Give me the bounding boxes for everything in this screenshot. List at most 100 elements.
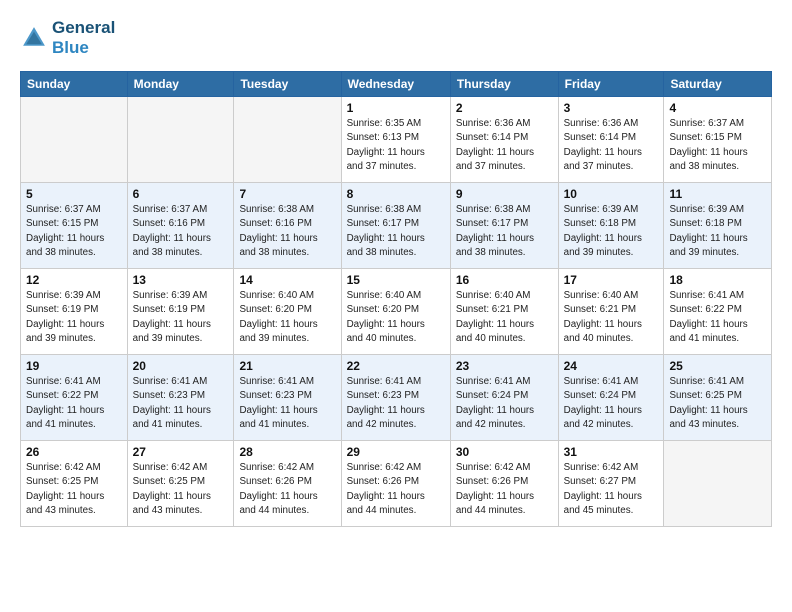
day-info: Sunrise: 6:42 AM Sunset: 6:25 PM Dayligh…	[133, 461, 229, 518]
calendar-cell: 23 Sunrise: 6:41 AM Sunset: 6:24 PM Dayli…	[450, 355, 558, 441]
calendar-cell: 12 Sunrise: 6:39 AM Sunset: 6:19 PM Dayli…	[21, 269, 128, 355]
day-number: 19	[26, 359, 122, 373]
day-number: 4	[669, 101, 766, 115]
day-number: 13	[133, 273, 229, 287]
weekday-header: Saturday	[664, 72, 772, 97]
calendar-cell: 29Sunrise: 6:42 AM Sunset: 6:26 PM Dayli…	[341, 441, 450, 527]
logo-icon	[20, 24, 48, 52]
day-number: 23	[456, 359, 553, 373]
day-info: Sunrise: 6:40 AM Sunset: 6:20 PM Dayligh…	[347, 289, 445, 346]
day-info: Sunrise: 6:39 AM Sunset: 6:18 PM Dayligh…	[669, 203, 766, 260]
calendar-cell: 17Sunrise: 6:40 AM Sunset: 6:21 PM Dayli…	[558, 269, 664, 355]
calendar-cell: 4 Sunrise: 6:37 AM Sunset: 6:15 PM Daylig…	[664, 97, 772, 183]
calendar-cell: 5 Sunrise: 6:37 AM Sunset: 6:15 PM Daylig…	[21, 183, 128, 269]
calendar-cell: 28 Sunrise: 6:42 AM Sunset: 6:26 PM Dayli…	[234, 441, 341, 527]
day-info: Sunrise: 6:38 AM Sunset: 6:17 PM Dayligh…	[456, 203, 553, 260]
day-info: Sunrise: 6:39 AM Sunset: 6:18 PM Dayligh…	[564, 203, 659, 260]
day-number: 30	[456, 445, 553, 459]
day-number: 10	[564, 187, 659, 201]
day-info: Sunrise: 6:41 AM Sunset: 6:24 PM Dayligh…	[456, 375, 553, 432]
calendar-cell: 30 Sunrise: 6:42 AM Sunset: 6:26 PM Dayli…	[450, 441, 558, 527]
day-number: 6	[133, 187, 229, 201]
day-number: 25	[669, 359, 766, 373]
day-number: 28	[239, 445, 335, 459]
day-info: Sunrise: 6:39 AM Sunset: 6:19 PM Dayligh…	[26, 289, 122, 346]
calendar-cell: 13 Sunrise: 6:39 AM Sunset: 6:19 PM Dayli…	[127, 269, 234, 355]
calendar-cell: 26 Sunrise: 6:42 AM Sunset: 6:25 PM Dayli…	[21, 441, 128, 527]
day-number: 16	[456, 273, 553, 287]
calendar-cell	[664, 441, 772, 527]
calendar-cell	[234, 97, 341, 183]
day-info: Sunrise: 6:42 AM Sunset: 6:26 PM Dayligh…	[456, 461, 553, 518]
weekday-header: Sunday	[21, 72, 128, 97]
day-number: 18	[669, 273, 766, 287]
day-info: Sunrise: 6:39 AM Sunset: 6:19 PM Dayligh…	[133, 289, 229, 346]
day-number: 7	[239, 187, 335, 201]
calendar-cell	[21, 97, 128, 183]
logo-text: General Blue	[52, 18, 115, 57]
calendar-cell: 7 Sunrise: 6:38 AM Sunset: 6:16 PM Daylig…	[234, 183, 341, 269]
weekday-header: Monday	[127, 72, 234, 97]
day-info: Sunrise: 6:38 AM Sunset: 6:16 PM Dayligh…	[239, 203, 335, 260]
weekday-header: Friday	[558, 72, 664, 97]
day-info: Sunrise: 6:42 AM Sunset: 6:27 PM Dayligh…	[564, 461, 659, 518]
day-info: Sunrise: 6:42 AM Sunset: 6:25 PM Dayligh…	[26, 461, 122, 518]
calendar-cell: 1 Sunrise: 6:35 AM Sunset: 6:13 PM Daylig…	[341, 97, 450, 183]
day-info: Sunrise: 6:37 AM Sunset: 6:15 PM Dayligh…	[26, 203, 122, 260]
day-number: 1	[347, 101, 445, 115]
calendar-cell: 6 Sunrise: 6:37 AM Sunset: 6:16 PM Daylig…	[127, 183, 234, 269]
calendar-cell: 15Sunrise: 6:40 AM Sunset: 6:20 PM Dayli…	[341, 269, 450, 355]
day-info: Sunrise: 6:41 AM Sunset: 6:23 PM Dayligh…	[347, 375, 445, 432]
calendar-week-row: 1 Sunrise: 6:35 AM Sunset: 6:13 PM Daylig…	[21, 97, 772, 183]
calendar-cell: 11Sunrise: 6:39 AM Sunset: 6:18 PM Dayli…	[664, 183, 772, 269]
calendar-cell: 19 Sunrise: 6:41 AM Sunset: 6:22 PM Dayli…	[21, 355, 128, 441]
day-number: 24	[564, 359, 659, 373]
calendar-cell: 9 Sunrise: 6:38 AM Sunset: 6:17 PM Daylig…	[450, 183, 558, 269]
calendar-week-row: 5 Sunrise: 6:37 AM Sunset: 6:15 PM Daylig…	[21, 183, 772, 269]
calendar-cell: 27 Sunrise: 6:42 AM Sunset: 6:25 PM Dayli…	[127, 441, 234, 527]
day-number: 3	[564, 101, 659, 115]
day-number: 5	[26, 187, 122, 201]
day-info: Sunrise: 6:40 AM Sunset: 6:21 PM Dayligh…	[564, 289, 659, 346]
calendar-cell: 14Sunrise: 6:40 AM Sunset: 6:20 PM Dayli…	[234, 269, 341, 355]
calendar-cell: 8Sunrise: 6:38 AM Sunset: 6:17 PM Daylig…	[341, 183, 450, 269]
day-number: 27	[133, 445, 229, 459]
day-number: 14	[239, 273, 335, 287]
page: General Blue SundayMondayTuesdayWednesda…	[0, 0, 792, 612]
calendar-week-row: 26 Sunrise: 6:42 AM Sunset: 6:25 PM Dayli…	[21, 441, 772, 527]
weekday-header: Thursday	[450, 72, 558, 97]
day-number: 8	[347, 187, 445, 201]
day-info: Sunrise: 6:37 AM Sunset: 6:16 PM Dayligh…	[133, 203, 229, 260]
calendar-cell: 24 Sunrise: 6:41 AM Sunset: 6:24 PM Dayli…	[558, 355, 664, 441]
day-number: 9	[456, 187, 553, 201]
calendar-cell: 31Sunrise: 6:42 AM Sunset: 6:27 PM Dayli…	[558, 441, 664, 527]
day-info: Sunrise: 6:41 AM Sunset: 6:25 PM Dayligh…	[669, 375, 766, 432]
day-number: 22	[347, 359, 445, 373]
calendar-cell: 20 Sunrise: 6:41 AM Sunset: 6:23 PM Dayli…	[127, 355, 234, 441]
calendar-week-row: 19 Sunrise: 6:41 AM Sunset: 6:22 PM Dayli…	[21, 355, 772, 441]
calendar-cell: 10 Sunrise: 6:39 AM Sunset: 6:18 PM Dayli…	[558, 183, 664, 269]
calendar-cell	[127, 97, 234, 183]
day-info: Sunrise: 6:35 AM Sunset: 6:13 PM Dayligh…	[347, 117, 445, 174]
day-info: Sunrise: 6:40 AM Sunset: 6:21 PM Dayligh…	[456, 289, 553, 346]
calendar-cell: 25 Sunrise: 6:41 AM Sunset: 6:25 PM Dayli…	[664, 355, 772, 441]
day-info: Sunrise: 6:41 AM Sunset: 6:24 PM Dayligh…	[564, 375, 659, 432]
day-number: 26	[26, 445, 122, 459]
day-info: Sunrise: 6:41 AM Sunset: 6:22 PM Dayligh…	[26, 375, 122, 432]
day-info: Sunrise: 6:42 AM Sunset: 6:26 PM Dayligh…	[239, 461, 335, 518]
day-info: Sunrise: 6:42 AM Sunset: 6:26 PM Dayligh…	[347, 461, 445, 518]
calendar-cell: 18 Sunrise: 6:41 AM Sunset: 6:22 PM Dayli…	[664, 269, 772, 355]
day-info: Sunrise: 6:41 AM Sunset: 6:22 PM Dayligh…	[669, 289, 766, 346]
weekday-header: Tuesday	[234, 72, 341, 97]
calendar-header-row: SundayMondayTuesdayWednesdayThursdayFrid…	[21, 72, 772, 97]
calendar-cell: 21Sunrise: 6:41 AM Sunset: 6:23 PM Dayli…	[234, 355, 341, 441]
logo: General Blue	[20, 18, 115, 57]
day-info: Sunrise: 6:37 AM Sunset: 6:15 PM Dayligh…	[669, 117, 766, 174]
calendar-cell: 2Sunrise: 6:36 AM Sunset: 6:14 PM Daylig…	[450, 97, 558, 183]
day-info: Sunrise: 6:41 AM Sunset: 6:23 PM Dayligh…	[133, 375, 229, 432]
day-number: 21	[239, 359, 335, 373]
day-number: 12	[26, 273, 122, 287]
day-number: 20	[133, 359, 229, 373]
header: General Blue	[20, 18, 772, 57]
day-number: 2	[456, 101, 553, 115]
